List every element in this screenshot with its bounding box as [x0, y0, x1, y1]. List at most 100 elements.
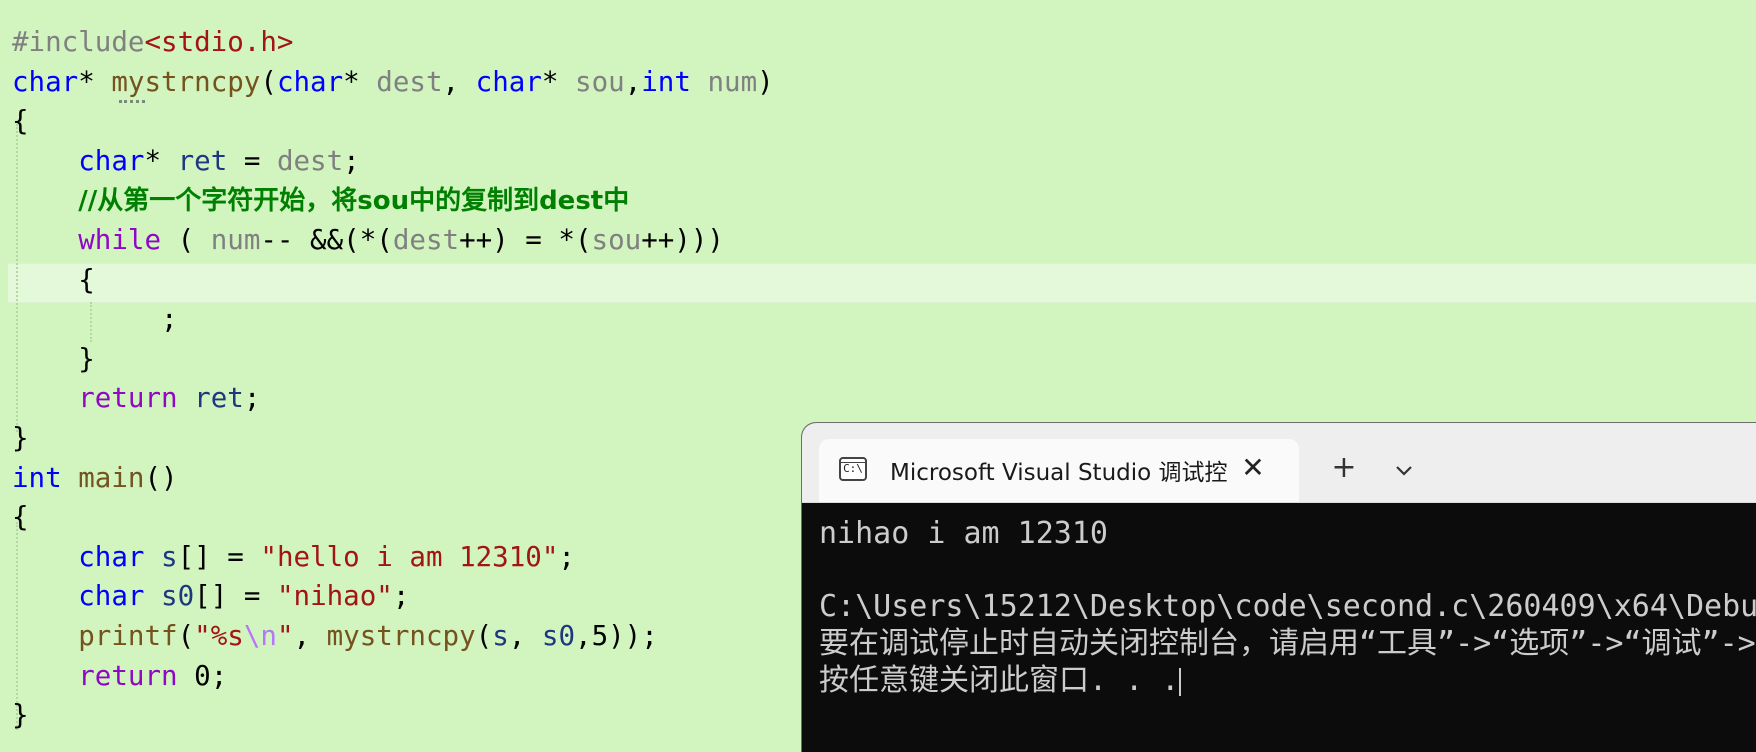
code-token: "nihao": [276, 580, 393, 613]
code-token: while: [78, 224, 162, 256]
code-line: #include<stdio.h>: [12, 22, 293, 62]
code-token: #include: [12, 26, 145, 58]
code-token: <stdio.h>: [144, 26, 294, 58]
code-token: ,5));: [575, 620, 658, 652]
code-token: ;: [392, 580, 410, 613]
code-line: printf("%s\n", mystrncpy(s, s0,5));: [12, 616, 658, 656]
code-line: {: [12, 260, 95, 300]
code-token: ;: [243, 382, 261, 415]
code-token: ret: [177, 144, 228, 177]
code-token: -- &&(*(: [260, 224, 393, 256]
code-token: ++))): [641, 224, 724, 256]
code-token: {: [12, 501, 29, 534]
code-token: main: [78, 461, 145, 494]
terminal-tab-strip: C:\ Microsoft Visual Studio 调试控 ✕ +: [802, 423, 1756, 503]
code-line: int main(): [12, 458, 178, 498]
code-token: s: [492, 620, 509, 652]
code-token: dest: [392, 224, 460, 256]
code-token: ,: [508, 620, 542, 652]
code-token: (: [475, 620, 493, 652]
console-output-line: nihao i am 12310: [819, 516, 1108, 551]
code-token: "hello i am 12310": [260, 540, 559, 573]
code-token: (: [177, 620, 195, 652]
code-token: (): [144, 461, 178, 494]
code-line: while ( num-- &&(*(dest++) = *(sou++))): [12, 220, 724, 260]
code-line: {: [12, 101, 29, 141]
new-tab-button[interactable]: +: [1327, 453, 1361, 487]
code-token: (: [260, 65, 277, 98]
code-line: ;: [12, 299, 178, 339]
code-token: *: [541, 65, 576, 98]
code-token: s0: [161, 580, 195, 613]
code-line: }: [12, 418, 29, 458]
code-token: num: [707, 65, 758, 98]
code-token: ;: [12, 303, 178, 336]
code-token: char: [12, 65, 79, 98]
code-line: char s[] = "hello i am 12310";: [12, 537, 575, 577]
code-token: sou: [591, 224, 642, 256]
code-token: ): [757, 65, 774, 98]
debug-console-window[interactable]: C:\ Microsoft Visual Studio 调试控 ✕ + niha…: [802, 423, 1756, 752]
code-token: sou: [575, 65, 625, 98]
code-token: ;: [558, 540, 575, 573]
code-line: char s0[] = "nihao";: [12, 576, 409, 616]
tab-title: Microsoft Visual Studio 调试控: [890, 460, 1228, 486]
current-line-highlight: [8, 263, 1756, 303]
code-token: ,: [624, 65, 642, 98]
code-line: }: [12, 695, 29, 735]
code-token: ": [276, 620, 294, 652]
code-token: (: [161, 224, 211, 256]
code-token: s: [161, 540, 178, 573]
code-token: [] =: [177, 540, 261, 573]
code-line: return ret;: [12, 378, 260, 418]
close-tab-icon[interactable]: ✕: [1239, 454, 1267, 483]
code-line: char* ret = dest;: [12, 141, 360, 181]
code-line: //从第一个字符开始，将sou中的复制到dest中: [12, 180, 629, 220]
code-token: ++) = *(: [459, 224, 592, 256]
code-token: mystrncpy: [326, 620, 476, 652]
code-token: *: [78, 65, 112, 98]
code-token: }: [12, 699, 29, 732]
code-token: }: [12, 422, 29, 454]
text-cursor: [1179, 667, 1182, 696]
code-token: {: [12, 263, 95, 296]
code-token: }: [12, 342, 95, 375]
code-line: {: [12, 497, 29, 537]
code-token: char: [475, 65, 542, 98]
terminal-tab[interactable]: C:\ Microsoft Visual Studio 调试控 ✕: [819, 439, 1299, 502]
console-output-line: 按任意键关闭此窗口. . .: [819, 663, 1182, 698]
code-token: char: [78, 540, 145, 573]
code-token: mystrncpy: [111, 65, 261, 98]
code-token: char: [78, 580, 145, 613]
code-token: ,: [293, 620, 327, 652]
console-icon: C:\: [839, 457, 867, 481]
code-token: char: [78, 144, 145, 177]
code-token: 0;: [177, 659, 228, 692]
code-line: return 0;: [12, 656, 227, 696]
code-token: ;: [343, 144, 360, 177]
code-token: int: [12, 461, 62, 494]
code-token: *: [343, 65, 377, 98]
code-token: {: [12, 105, 29, 138]
console-output-line: 要在调试停止时自动关闭控制台，请启用“工具”->“选项”->“调试”->“调试停…: [819, 626, 1756, 661]
code-token: return: [78, 659, 178, 692]
code-token: dest: [276, 144, 344, 177]
console-output-line: C:\Users\15212\Desktop\code\second.c\260…: [819, 589, 1756, 624]
code-token: ,: [442, 65, 476, 98]
chevron-down-icon[interactable]: [1387, 454, 1421, 488]
code-token: num: [210, 224, 261, 256]
code-token: *: [144, 144, 178, 177]
code-token: \n: [243, 620, 277, 652]
code-token: char: [276, 65, 344, 98]
